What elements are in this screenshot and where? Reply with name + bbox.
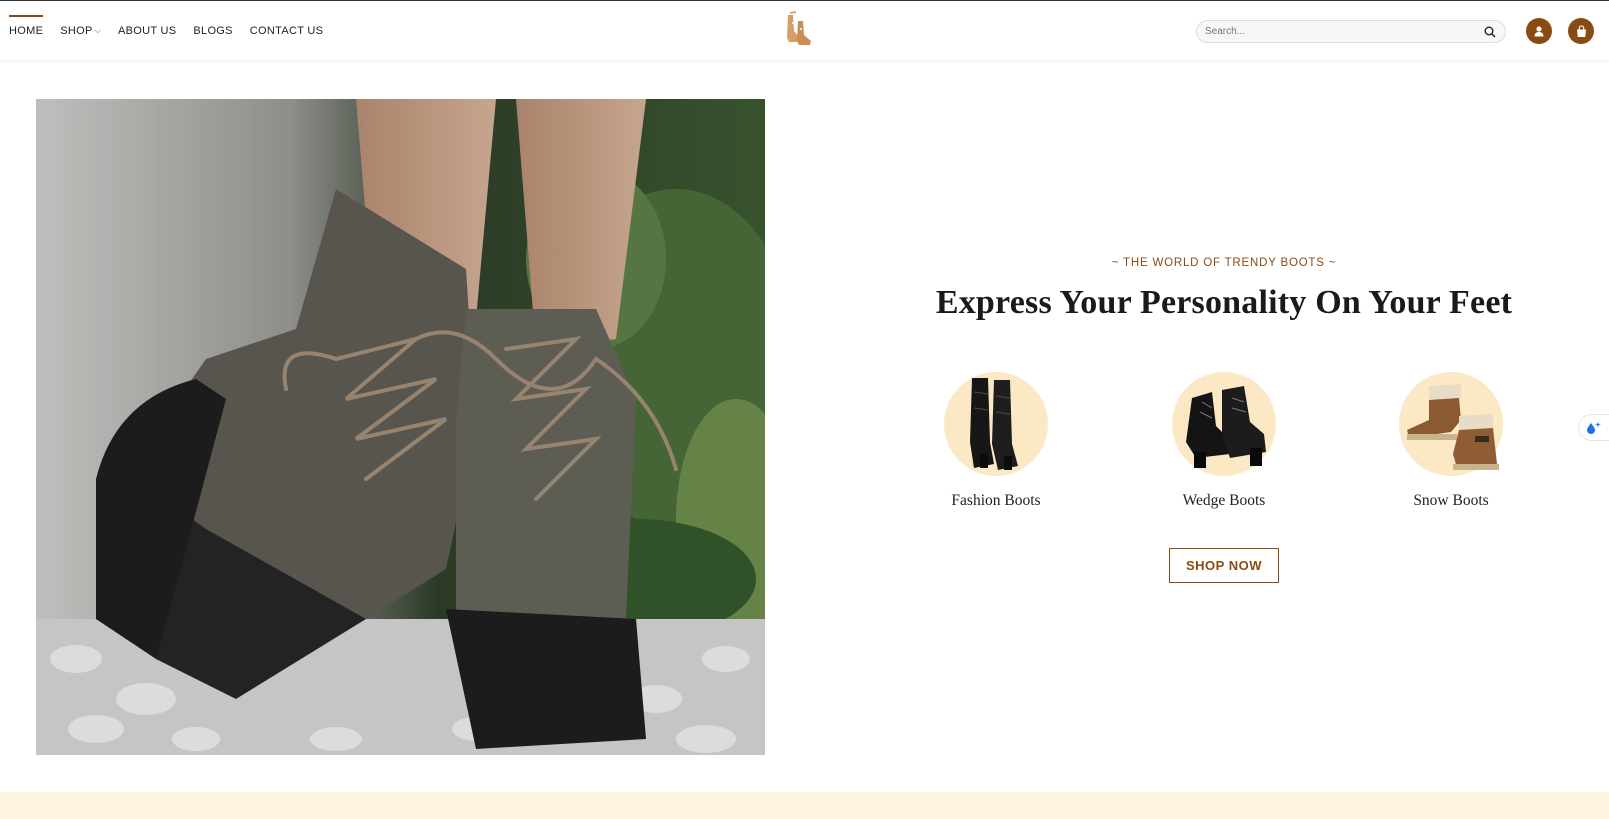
ankle-boots-icon bbox=[1172, 372, 1276, 476]
nav-about-label: ABOUT US bbox=[117, 25, 177, 37]
accessibility-widget-icon[interactable] bbox=[1578, 414, 1609, 441]
nav-home[interactable]: HOME bbox=[9, 1, 44, 61]
main-nav: HOME SHOP ⌵ ABOUT US BLOGS CONTACT US bbox=[9, 1, 340, 61]
next-section-band bbox=[0, 792, 1609, 819]
nav-shop-label: SHOP bbox=[60, 25, 93, 37]
site-header: HOME SHOP ⌵ ABOUT US BLOGS CONTACT US bbox=[0, 0, 1609, 60]
category-wedge-boots-label: Wedge Boots bbox=[1182, 492, 1266, 509]
nav-shop[interactable]: SHOP ⌵ bbox=[60, 1, 101, 61]
nav-contact-label: CONTACT US bbox=[249, 25, 324, 37]
cart-icon[interactable] bbox=[1568, 18, 1594, 44]
tall-boots-icon bbox=[944, 372, 1048, 476]
nav-about-us[interactable]: ABOUT US bbox=[118, 1, 176, 61]
category-fashion-boots[interactable]: Fashion Boots bbox=[916, 372, 1076, 510]
nav-contact-us[interactable]: CONTACT US bbox=[250, 1, 324, 61]
category-snow-boots-label: Snow Boots bbox=[1413, 492, 1489, 509]
snow-boots-icon bbox=[1399, 372, 1503, 476]
shop-now-button[interactable]: SHOP NOW bbox=[1169, 548, 1279, 583]
search-icon[interactable] bbox=[1483, 25, 1497, 39]
nav-blogs[interactable]: BLOGS bbox=[193, 1, 232, 61]
nav-blogs-label: BLOGS bbox=[193, 25, 233, 37]
category-snow-boots[interactable]: Snow Boots bbox=[1371, 372, 1531, 510]
category-wedge-boots[interactable]: Wedge Boots bbox=[1144, 372, 1304, 510]
hero-headline: Express Your Personality On Your Feet bbox=[935, 284, 1513, 321]
nav-home-label: HOME bbox=[9, 25, 44, 37]
chevron-down-icon: ⌵ bbox=[94, 26, 101, 35]
hero-tagline: ~ THE WORLD OF TRENDY BOOTS ~ bbox=[1111, 257, 1337, 269]
account-icon[interactable] bbox=[1526, 18, 1552, 44]
search-input[interactable] bbox=[1205, 26, 1483, 37]
hero-image bbox=[36, 99, 765, 755]
site-logo[interactable] bbox=[780, 11, 822, 53]
search-bar bbox=[1196, 20, 1506, 43]
category-fashion-boots-label: Fashion Boots bbox=[951, 492, 1041, 509]
